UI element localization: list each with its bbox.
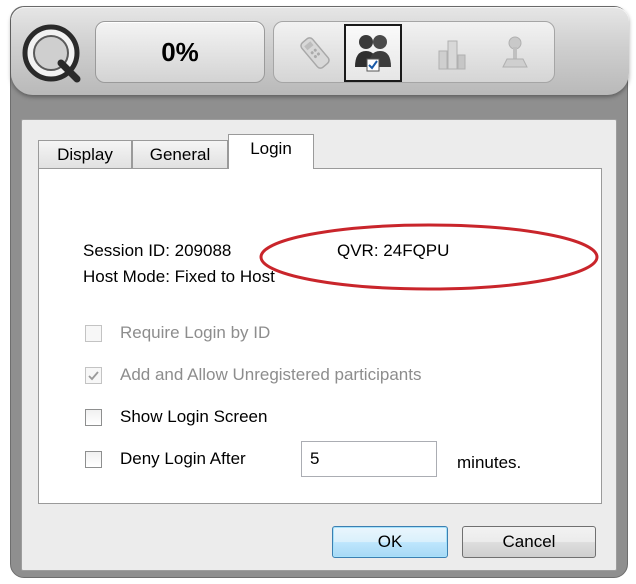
tool-icon-bar — [273, 21, 555, 83]
unregistered-participants-checkbox[interactable] — [85, 366, 102, 384]
require-login-by-id-label: Require Login by ID — [120, 323, 271, 342]
cancel-button[interactable]: Cancel — [462, 526, 596, 558]
unregistered-participants-option: Add and Allow Unregistered participants — [85, 365, 421, 385]
progress-label: 0% — [161, 36, 199, 67]
joystick-button[interactable] — [486, 24, 544, 82]
chart-icon — [438, 40, 466, 70]
settings-dialog: Display General Login Session ID: 209088… — [21, 119, 617, 571]
qvr-text: QVR: 24FQPU — [337, 241, 450, 260]
deny-login-after-label: Deny Login After — [120, 449, 246, 468]
remote-clicker-button[interactable] — [286, 24, 344, 82]
tab-login-label: Login — [250, 139, 292, 158]
ok-button[interactable]: OK — [332, 526, 448, 558]
minutes-label: minutes. — [457, 453, 522, 472]
q-logo-icon — [22, 24, 81, 83]
screenshot-frame: 0% Display General Login Session ID: 209… — [0, 0, 636, 584]
login-panel: Session ID: 209088 QVR: 24FQPU Host Mode… — [38, 168, 602, 504]
tab-display-label: Display — [57, 144, 113, 164]
deny-login-after-checkbox[interactable] — [85, 450, 102, 468]
tab-general-label: General — [149, 144, 211, 164]
session-id-text: Session ID: 209088 — [83, 241, 232, 260]
progress-display: 0% — [95, 21, 265, 83]
toolbar: 0% — [11, 7, 629, 95]
host-mode-text: Host Mode: Fixed to Host — [83, 267, 275, 286]
deny-login-after-option: Deny Login After — [85, 449, 246, 469]
app-window: 0% Display General Login Session ID: 209… — [10, 6, 629, 578]
unregistered-participants-label: Add and Allow Unregistered participants — [120, 365, 422, 384]
require-login-by-id-checkbox[interactable] — [85, 324, 102, 342]
tab-login[interactable]: Login — [228, 134, 314, 169]
show-login-screen-option: Show Login Screen — [85, 407, 267, 427]
joystick-icon — [502, 36, 528, 68]
show-login-screen-checkbox[interactable] — [85, 408, 102, 426]
tab-display[interactable]: Display — [38, 140, 132, 168]
chart-button[interactable] — [422, 24, 480, 82]
show-login-screen-label: Show Login Screen — [120, 407, 268, 426]
tab-general[interactable]: General — [132, 140, 228, 168]
participants-icon — [355, 35, 391, 72]
remote-clicker-icon — [300, 37, 330, 69]
require-login-by-id-option: Require Login by ID — [85, 323, 270, 343]
deny-minutes-input[interactable] — [301, 441, 437, 477]
participants-button[interactable] — [344, 24, 402, 82]
checkmark-icon — [88, 370, 99, 380]
